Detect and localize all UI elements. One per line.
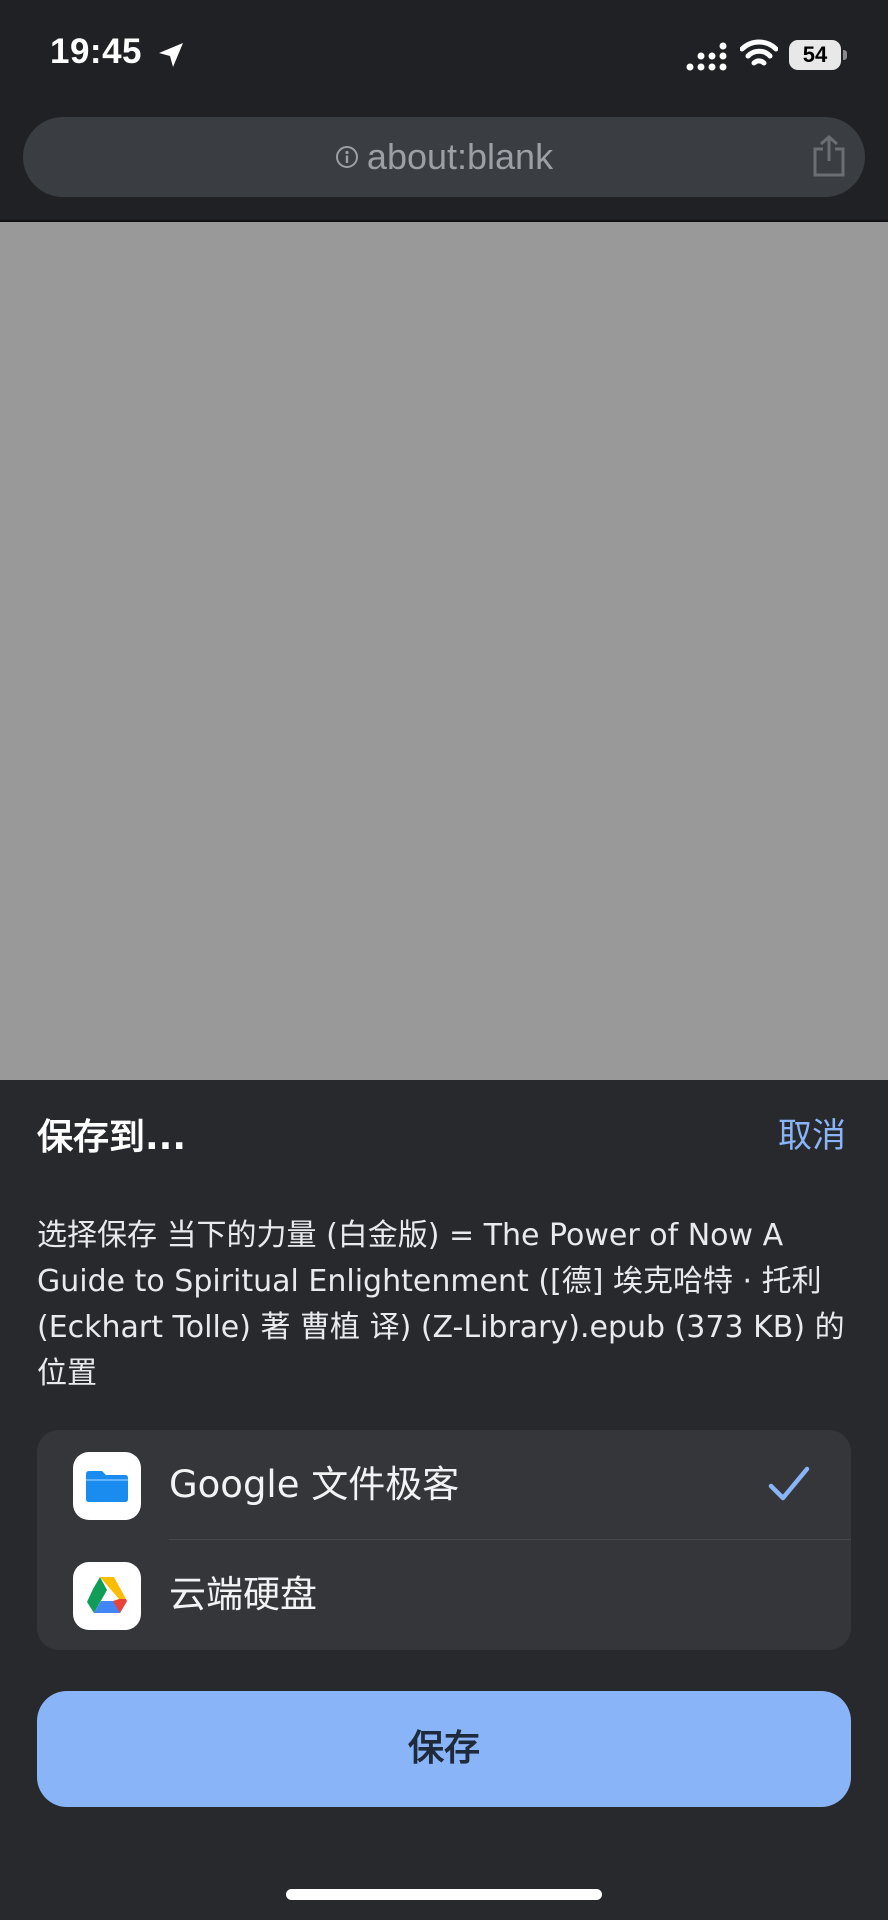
battery-tip (843, 50, 847, 60)
save-to-sheet: 保存到... 取消 选择保存 当下的力量 (白金版) = The Power o… (0, 1080, 888, 1920)
share-icon[interactable] (810, 134, 848, 178)
status-bar: 19:45 54 (0, 0, 888, 110)
option-label: Google 文件极客 (169, 1463, 460, 1506)
battery-level: 54 (802, 42, 828, 67)
status-time: 19:45 (50, 32, 143, 71)
checkmark-icon (768, 1466, 810, 1501)
save-button[interactable]: 保存 (37, 1691, 851, 1807)
home-indicator[interactable] (286, 1889, 602, 1900)
google-drive-icon (87, 1577, 127, 1613)
save-description: 选择保存 当下的力量 (白金版) = The Power of Now A Gu… (37, 1218, 845, 1391)
address-bar[interactable]: about:blank (23, 117, 865, 197)
cancel-button[interactable]: 取消 (778, 1108, 846, 1157)
signal-icon (686, 42, 727, 71)
save-option-google-drive[interactable]: 云端硬盘 (37, 1540, 851, 1650)
web-content-area (0, 222, 888, 1080)
sheet-title: 保存到... (37, 1117, 187, 1158)
address-content: about:blank (23, 117, 865, 197)
app-icon (73, 1562, 141, 1630)
wifi-icon (740, 39, 778, 66)
option-label: 云端硬盘 (169, 1573, 317, 1616)
battery-icon: 54 (789, 40, 841, 70)
folder-icon (86, 1471, 128, 1502)
url-text[interactable]: about:blank (367, 136, 553, 178)
location-arrow-icon (159, 43, 183, 67)
app-icon (73, 1452, 141, 1520)
save-location-list: Google 文件极客 云端硬盘 (37, 1430, 851, 1650)
save-option-files-go[interactable]: Google 文件极客 (37, 1430, 851, 1540)
info-icon[interactable] (335, 145, 359, 169)
